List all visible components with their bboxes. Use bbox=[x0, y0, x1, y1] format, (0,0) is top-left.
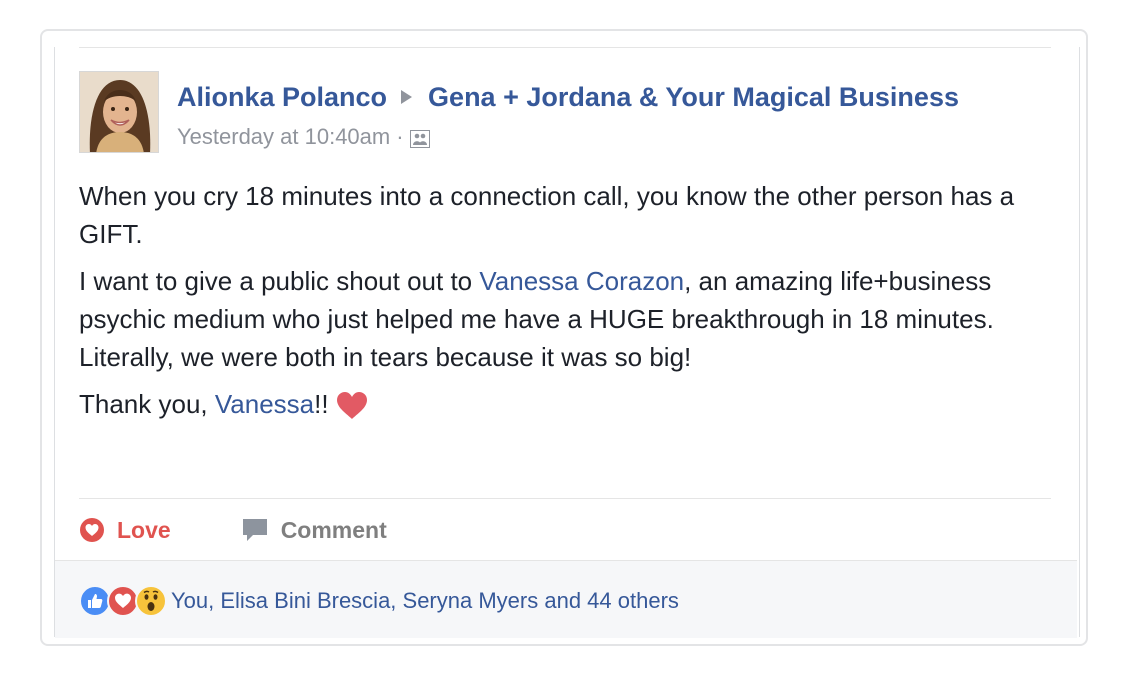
paragraph-text: !! bbox=[314, 389, 329, 419]
meta-separator: · bbox=[396, 124, 404, 149]
author-name-link[interactable]: Alionka Polanco bbox=[177, 82, 387, 113]
paragraph-text: Thank you, bbox=[79, 389, 215, 419]
mention-link-vanessa[interactable]: Vanessa bbox=[215, 389, 314, 419]
post-body: When you cry 18 minutes into a connectio… bbox=[79, 177, 1044, 432]
post-paragraph: I want to give a public shout out to Van… bbox=[79, 262, 1044, 376]
love-button-label: Love bbox=[117, 516, 171, 543]
author-avatar[interactable] bbox=[79, 71, 159, 153]
paragraph-text: When you cry 18 minutes into a connectio… bbox=[79, 181, 1015, 249]
group-audience-icon[interactable] bbox=[409, 128, 430, 148]
love-reaction-icon bbox=[80, 518, 104, 542]
reactions-summary[interactable]: You, Elisa Bini Brescia, Seryna Myers an… bbox=[79, 584, 679, 618]
post-header: Alionka Polanco Gena + Jordana & Your Ma… bbox=[177, 80, 959, 114]
top-divider bbox=[79, 47, 1051, 48]
post-timestamp[interactable]: Yesterday at 10:40am bbox=[177, 124, 390, 150]
paragraph-text: I want to give a public shout out to bbox=[79, 266, 480, 296]
reactions-summary-text[interactable]: You, Elisa Bini Brescia, Seryna Myers an… bbox=[171, 588, 679, 614]
post-paragraph: When you cry 18 minutes into a connectio… bbox=[79, 177, 1044, 253]
group-name-link[interactable]: Gena + Jordana & Your Magical Business bbox=[428, 82, 959, 113]
mention-link-vanessa-corazon[interactable]: Vanessa Corazon bbox=[479, 266, 684, 296]
comment-icon bbox=[242, 519, 267, 541]
post-paragraph: Thank you, Vanessa!! bbox=[79, 385, 1044, 423]
reaction-icons bbox=[79, 585, 167, 617]
post-meta: Yesterday at 10:40am · bbox=[177, 123, 430, 151]
comment-button[interactable]: Comment bbox=[241, 517, 387, 544]
post-actions: Love Comment bbox=[79, 510, 387, 550]
red-heart-emoji-icon bbox=[335, 391, 369, 421]
wow-reaction-icon bbox=[135, 585, 167, 617]
shared-to-arrow-icon bbox=[401, 90, 413, 104]
avatar-photo bbox=[80, 72, 158, 152]
actions-divider bbox=[79, 498, 1051, 499]
love-button[interactable]: Love bbox=[79, 517, 171, 544]
comment-button-label: Comment bbox=[280, 516, 387, 543]
